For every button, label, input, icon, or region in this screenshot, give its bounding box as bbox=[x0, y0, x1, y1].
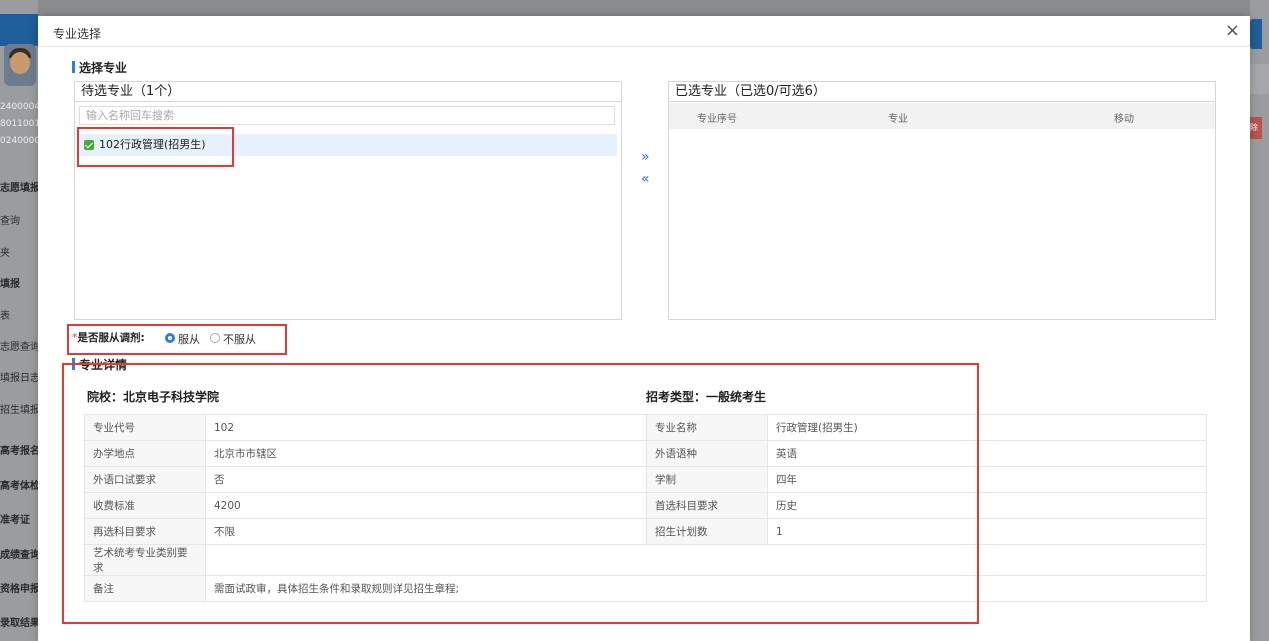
background-menu-item: 准考证 bbox=[0, 515, 30, 526]
background-menu-item: 成绩查询 bbox=[0, 550, 40, 561]
move-right-icon[interactable]: » bbox=[641, 149, 650, 165]
radio-obey[interactable] bbox=[165, 333, 175, 343]
detail-value: 历史 bbox=[767, 492, 1207, 519]
dialog-header: 专业选择 × bbox=[38, 16, 1250, 47]
background-menu-item: 志愿查询 bbox=[0, 342, 40, 353]
detail-label: 学制 bbox=[646, 466, 768, 493]
column-header: 专业 bbox=[888, 114, 908, 125]
major-detail-table: 专业代号 102 专业名称 行政管理(招男生) 办学地点 北京市市辖区 外语语种… bbox=[84, 414, 1207, 602]
available-majors-header: 待选专业（1个） bbox=[75, 82, 621, 102]
avatar bbox=[4, 44, 36, 86]
background-button bbox=[1250, 19, 1262, 49]
detail-label: 首选科目要求 bbox=[646, 492, 768, 519]
background-sidebar: 24000048 80110011 0240000 志愿填报 查询 夹 填报 表… bbox=[0, 0, 46, 641]
list-item[interactable]: 102行政管理(招男生) bbox=[79, 134, 617, 156]
detail-label: 再选科目要求 bbox=[84, 518, 206, 545]
obey-label: 是否服从调剂: bbox=[77, 332, 145, 344]
major-item-label: 102行政管理(招男生) bbox=[99, 138, 206, 151]
detail-label: 艺术统考专业类别要求 bbox=[84, 544, 206, 576]
selected-majors-header: 已选专业（已选0/可选6） bbox=[669, 82, 1215, 102]
detail-value: 英语 bbox=[767, 440, 1207, 467]
detail-label: 办学地点 bbox=[84, 440, 206, 467]
detail-value: 行政管理(招男生) bbox=[767, 414, 1207, 441]
school-name: 院校：北京电子科技学院 bbox=[87, 390, 220, 404]
background-menu-item: 填报 bbox=[0, 279, 20, 290]
background-menu-item: 表 bbox=[0, 311, 10, 322]
background-header-band bbox=[0, 14, 38, 46]
background-menu-item: 夹 bbox=[0, 248, 10, 259]
radio-obey-label[interactable]: 服从 bbox=[178, 331, 200, 347]
detail-value: 4200 bbox=[205, 492, 647, 519]
detail-label: 收费标准 bbox=[84, 492, 206, 519]
obey-adjustment-row: *是否服从调剂: 服从 不服从 bbox=[72, 330, 256, 348]
background-menu-item: 录取结果 bbox=[0, 618, 40, 629]
background-id-text: 0240000 bbox=[0, 136, 41, 146]
search-input[interactable] bbox=[79, 106, 615, 125]
detail-label: 备注 bbox=[84, 575, 206, 602]
background-menu-item: 高考报名 bbox=[0, 446, 40, 457]
detail-value: 北京市市辖区 bbox=[205, 440, 647, 467]
exam-type: 招考类型：一般统考生 bbox=[646, 390, 767, 404]
background-menu-item: 查询 bbox=[0, 216, 20, 227]
dialog-title: 专业选择 bbox=[53, 27, 102, 41]
radio-not-obey-label[interactable]: 不服从 bbox=[223, 331, 256, 347]
move-left-icon[interactable]: « bbox=[641, 171, 650, 187]
background-menu-item: 高考体检 bbox=[0, 481, 40, 492]
table-row: 艺术统考专业类别要求 bbox=[84, 544, 1207, 576]
detail-label: 外语语种 bbox=[646, 440, 768, 467]
detail-label: 专业代号 bbox=[84, 414, 206, 441]
select-section-title: 选择专业 bbox=[72, 59, 127, 76]
background-delete-button: 除 bbox=[1250, 117, 1262, 139]
detail-label: 招生计划数 bbox=[646, 518, 768, 545]
background-stripe bbox=[1250, 64, 1269, 94]
background-menu-item: 填报日志 bbox=[0, 373, 40, 384]
detail-value: 102 bbox=[205, 414, 647, 441]
column-header: 专业序号 bbox=[697, 114, 737, 125]
table-row: 专业代号 102 专业名称 行政管理(招男生) bbox=[84, 414, 1207, 441]
table-row: 备注 需面试政审，具体招生条件和录取规则详见招生章程; bbox=[84, 575, 1207, 602]
close-icon[interactable]: × bbox=[1225, 21, 1240, 41]
background-right-edge: 除 bbox=[1250, 0, 1269, 641]
detail-label: 外语口试要求 bbox=[84, 466, 206, 493]
table-row: 收费标准 4200 首选科目要求 历史 bbox=[84, 492, 1207, 519]
detail-value: 四年 bbox=[767, 466, 1207, 493]
checkbox-checked-icon[interactable] bbox=[84, 140, 94, 150]
detail-value: 需面试政审，具体招生条件和录取规则详见招生章程; bbox=[205, 575, 1207, 602]
major-select-dialog: 专业选择 × 选择专业 待选专业（1个） 102行政管理(招男生) » « 已选… bbox=[38, 16, 1250, 641]
detail-label: 专业名称 bbox=[646, 414, 768, 441]
detail-value: 否 bbox=[205, 466, 647, 493]
detail-section-title: 专业详情 bbox=[72, 356, 127, 373]
table-row: 外语口试要求 否 学制 四年 bbox=[84, 466, 1207, 493]
table-row: 再选科目要求 不限 招生计划数 1 bbox=[84, 518, 1207, 545]
table-row: 办学地点 北京市市辖区 外语语种 英语 bbox=[84, 440, 1207, 467]
background-menu-item: 志愿填报 bbox=[0, 183, 40, 194]
background-menu-item: 招生填报 bbox=[0, 405, 40, 416]
column-header: 移动 bbox=[1114, 114, 1134, 125]
selected-majors-panel: 已选专业（已选0/可选6） 专业序号 专业 移动 bbox=[668, 81, 1216, 320]
radio-not-obey[interactable] bbox=[210, 333, 220, 343]
available-majors-panel: 待选专业（1个） 102行政管理(招男生) bbox=[74, 81, 622, 320]
detail-value bbox=[205, 544, 1207, 576]
background-menu-item: 资格申报 bbox=[0, 584, 40, 595]
detail-value: 不限 bbox=[205, 518, 647, 545]
detail-value: 1 bbox=[767, 518, 1207, 545]
selected-table-header: 专业序号 专业 移动 bbox=[669, 103, 1215, 129]
